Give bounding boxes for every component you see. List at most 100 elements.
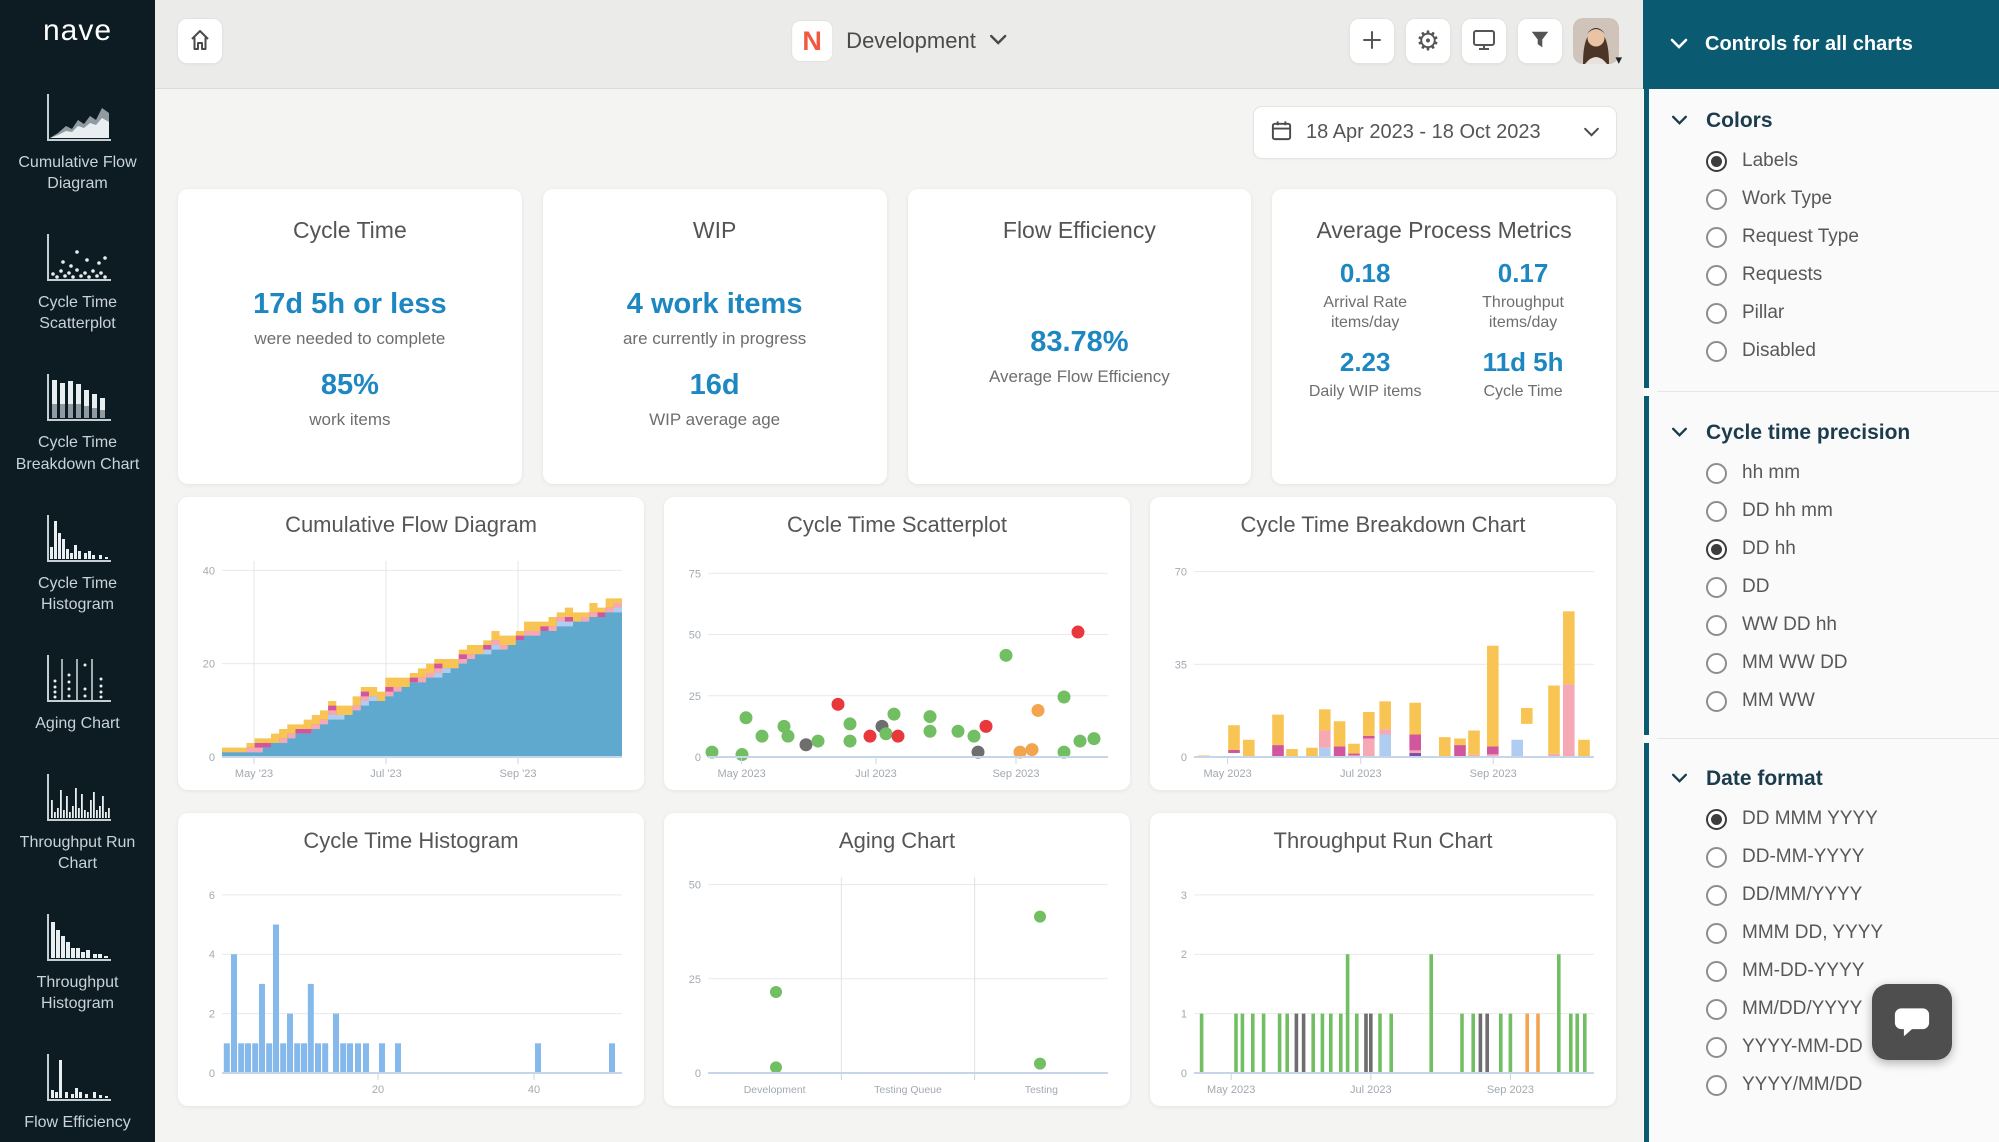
settings-button[interactable]: ⚙ — [1405, 18, 1451, 64]
radio-icon — [1706, 227, 1727, 248]
radio-label: DD hh — [1742, 538, 1796, 560]
card-title: Flow Efficiency — [908, 217, 1252, 244]
filter-button[interactable] — [1517, 18, 1563, 64]
radio-option-dd-mm-yyyy[interactable]: DD-MM-YYYY — [1643, 838, 1999, 876]
svg-text:20: 20 — [203, 659, 215, 671]
chart-plot-aging-chart: 02550DevelopmentTesting QueueTesting — [674, 869, 1120, 1103]
radio-label: MM WW DD — [1742, 652, 1848, 674]
radio-option-mm-ww[interactable]: MM WW — [1643, 682, 1999, 720]
avatar[interactable]: ▾ — [1573, 18, 1619, 64]
svg-text:0: 0 — [209, 1068, 215, 1080]
radio-option-labels[interactable]: Labels — [1643, 142, 1999, 180]
card-title: Average Process Metrics — [1272, 217, 1616, 244]
home-button[interactable] — [177, 18, 223, 64]
charts-grid: Cumulative Flow Diagram02040May '23Jul '… — [178, 497, 1616, 1106]
svg-text:Testing: Testing — [1025, 1084, 1058, 1096]
radio-label: DD-MM-YYYY — [1742, 846, 1864, 868]
controls-panel-header[interactable]: Controls for all charts — [1643, 0, 1999, 89]
radio-label: WW DD hh — [1742, 614, 1837, 636]
date-range-picker[interactable]: 18 Apr 2023 - 18 Oct 2023 — [1253, 106, 1617, 159]
svg-text:Sep 2023: Sep 2023 — [1470, 768, 1517, 780]
sidebar-item-cumulative-flow-diagram[interactable]: Cumulative Flow Diagram — [3, 90, 153, 194]
svg-text:Sep '23: Sep '23 — [500, 768, 537, 780]
sidebar-item-label: Cumulative Flow Diagram — [3, 152, 153, 194]
radio-option-ww-dd-hh[interactable]: WW DD hh — [1643, 606, 1999, 644]
sidebar-item-cycle-time-histogram[interactable]: Cycle Time Histogram — [3, 511, 153, 615]
radio-label: Disabled — [1742, 340, 1816, 362]
sidebar-item-throughput-run-chart[interactable]: Throughput Run Chart — [3, 770, 153, 874]
card-title: Cycle Time — [178, 217, 522, 244]
radio-option-dd-hh[interactable]: DD hh — [1643, 530, 1999, 568]
radio-label: Request Type — [1742, 226, 1859, 248]
radio-icon — [1706, 691, 1727, 712]
topbar: N Development ⚙ — [155, 0, 1643, 89]
radio-option-requests[interactable]: Requests — [1643, 256, 1999, 294]
controls-section-colors: Colors LabelsWork Type Request Type Request… — [1643, 100, 1999, 370]
main-area: N Development ⚙ — [155, 0, 1643, 1142]
radio-icon — [1706, 303, 1727, 324]
monitor-icon — [1471, 28, 1497, 55]
radio-option-yyyy-mm-dd[interactable]: YYYY/MM/DD — [1643, 1066, 1999, 1104]
radio-option-mmm-dd-yyyy[interactable]: MMM DD, YYYY — [1643, 914, 1999, 952]
run-chart-icon — [41, 770, 115, 826]
section-title: Colors — [1706, 109, 1773, 133]
section-header-colors[interactable]: Colors — [1643, 100, 1999, 142]
section-divider — [1657, 738, 1999, 739]
svg-text:20: 20 — [372, 1084, 384, 1096]
svg-text:0: 0 — [695, 1068, 701, 1080]
svg-text:6: 6 — [209, 890, 215, 902]
svg-text:Jul '23: Jul '23 — [370, 768, 401, 780]
svg-text:2: 2 — [1181, 949, 1187, 961]
sidebar-item-cycle-time-breakdown-chart[interactable]: Cycle Time Breakdown Chart — [3, 370, 153, 474]
svg-text:Testing Queue: Testing Queue — [874, 1084, 942, 1096]
wip-age-value: 16d — [543, 369, 887, 402]
board-selector[interactable]: N Development — [791, 20, 1007, 62]
sidebar-item-cycle-time-scatterplot[interactable]: Cycle Time Scatterplot — [3, 230, 153, 334]
radio-label: YYYY-MM-DD — [1742, 1036, 1863, 1058]
radio-option-dd-mm-yyyy[interactable]: DD/MM/YYYY — [1643, 876, 1999, 914]
sidebar-item-flow-efficiency[interactable]: Flow Efficiency — [3, 1050, 153, 1133]
radio-option-dd-hh-mm[interactable]: DD hh mm — [1643, 492, 1999, 530]
radio-icon — [1706, 463, 1727, 484]
chat-button[interactable] — [1872, 984, 1952, 1060]
radio-label: MM/DD/YYYY — [1742, 998, 1862, 1020]
sidebar-item-label: Throughput Histogram — [3, 972, 153, 1014]
chevron-down-icon — [1671, 424, 1688, 442]
chart-title: Aging Chart — [674, 813, 1120, 869]
radio-icon — [1706, 1037, 1727, 1058]
svg-text:35: 35 — [1175, 659, 1187, 671]
radio-option-dd[interactable]: DD — [1643, 568, 1999, 606]
radio-icon — [1706, 615, 1727, 636]
nave-logo: nave — [0, 0, 155, 62]
metric-card-cycle-time: Cycle Time 17d 5h or less were needed to… — [178, 189, 522, 484]
radio-icon — [1706, 847, 1727, 868]
svg-text:0: 0 — [695, 752, 701, 764]
chart-plot-cycle-time-histogram: 02462040 — [188, 869, 634, 1103]
radio-option-disabled[interactable]: Disabled — [1643, 332, 1999, 370]
svg-text:40: 40 — [203, 565, 215, 577]
radio-option-pillar[interactable]: Pillar — [1643, 294, 1999, 332]
chart-plot-cumulative-flow-diagram: 02040May '23Jul '23Sep '23 — [188, 553, 634, 787]
radio-option-work-type[interactable]: Work Type — [1643, 180, 1999, 218]
display-button[interactable] — [1461, 18, 1507, 64]
metric-label: Throughput items/day — [1444, 293, 1602, 333]
controls-panel-title: Controls for all charts — [1705, 33, 1913, 56]
add-button[interactable] — [1349, 18, 1395, 64]
section-header-date-format[interactable]: Date format — [1643, 758, 1999, 800]
sidebar-item-aging-chart[interactable]: Aging Chart — [3, 651, 153, 734]
calendar-icon — [1270, 119, 1293, 147]
chart-title: Cycle Time Breakdown Chart — [1160, 497, 1606, 553]
svg-text:4: 4 — [209, 949, 215, 961]
metric-label: Arrival Rate items/day — [1286, 293, 1444, 333]
sidebar-item-throughput-histogram[interactable]: Throughput Histogram — [3, 910, 153, 1014]
sidebar-item-label: Aging Chart — [35, 713, 120, 734]
radio-option-request-type[interactable]: Request Type — [1643, 218, 1999, 256]
radio-option-dd-mmm-yyyy[interactable]: DD MMM YYYY — [1643, 800, 1999, 838]
radio-option-mm-ww-dd[interactable]: MM WW DD — [1643, 644, 1999, 682]
chart-card-aging-chart: Aging Chart02550DevelopmentTesting Queue… — [664, 813, 1130, 1106]
section-header-cycle-time-precision[interactable]: Cycle time precision — [1643, 412, 1999, 454]
scatter-chart-icon — [41, 230, 115, 286]
radio-option-mm-dd-yyyy[interactable]: MM-DD-YYYY — [1643, 952, 1999, 990]
radio-option-hh-mm[interactable]: hh mm — [1643, 454, 1999, 492]
sidebar-item-label: Cycle Time Breakdown Chart — [3, 432, 153, 474]
